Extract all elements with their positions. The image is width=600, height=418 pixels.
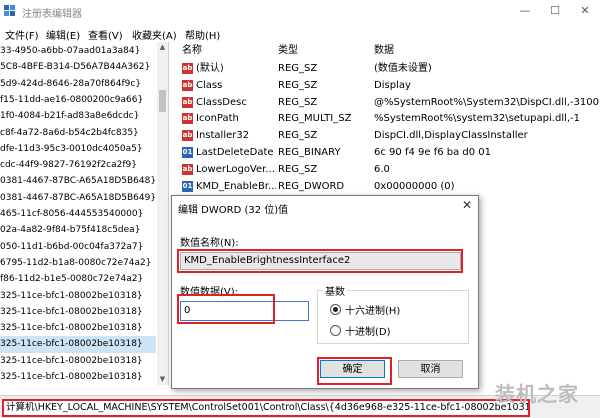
hex-radio-label[interactable]: 十六进制(H)	[345, 302, 400, 317]
value-data: 6.0	[374, 163, 390, 175]
watermark-logo: 装机之家	[495, 382, 579, 406]
tree-item[interactable]: 325-11ce-bfc1-08002be10318}	[0, 288, 156, 305]
dialog-title: 编辑 DWORD (32 位)值	[178, 205, 289, 216]
cancel-button[interactable]: 取消	[398, 360, 463, 378]
regedit-app-icon	[4, 5, 15, 16]
highlight-box-ok	[317, 357, 392, 385]
tree-item[interactable]: 1f0-4084-b21f-ad83a8e6dcdc}	[0, 108, 156, 125]
value-row[interactable]: 01 KMD_EnableBr... REG_DWORD 0x00000000 (0)	[172, 178, 600, 195]
registry-tree: 33-4950-a6bb-07aad01a3a84} 5C8-4BFE-B314-…	[0, 42, 169, 385]
value-name: KMD_EnableBr...	[196, 180, 276, 192]
value-name: Class	[196, 79, 223, 91]
value-type: REG_SZ	[278, 130, 318, 142]
tree-item[interactable]: 02a-4a82-9f84-b75f418c5dea}	[0, 222, 156, 239]
menu-help[interactable]: 帮助(H)	[185, 27, 220, 42]
value-name: LastDeleteDate	[196, 147, 274, 158]
string-value-icon: ab	[182, 113, 193, 125]
value-type: REG_SZ	[278, 163, 318, 175]
tree-item[interactable]: 5d9-424d-8646-28a70f864f9c}	[0, 76, 156, 93]
value-type: REG_DWORD	[278, 180, 345, 192]
value-name: Installer32	[196, 130, 250, 142]
tree-item[interactable]: 0381-4467-87BC-A65A18D5B648}	[0, 173, 156, 190]
value-row[interactable]: ab Installer32 REG_SZ DispCI.dll,DisplayCla…	[172, 127, 600, 144]
binary-value-icon: 01	[182, 180, 193, 192]
registry-path: 计算机\HKEY_LOCAL_MACHINE\SYSTEM\ControlSet…	[2, 399, 530, 417]
value-row[interactable]: ab LowerLogoVer... REG_SZ 6.0	[172, 161, 600, 178]
string-value-icon: ab	[182, 79, 193, 91]
value-data: 0x00000000 (0)	[374, 180, 455, 192]
column-header-type[interactable]: 类型	[278, 42, 298, 59]
value-data: @%SystemRoot%\System32\DispCI.dll,-3100	[374, 96, 599, 108]
value-row[interactable]: 01 LastDeleteDate REG_BINARY 6c 90 f4 9e f6…	[172, 144, 600, 161]
base-group	[317, 290, 469, 344]
value-type: REG_BINARY	[278, 147, 341, 158]
value-data: DispCI.dll,DisplayClassInstaller	[374, 130, 528, 142]
edit-dword-dialog: 编辑 DWORD (32 位)值 ✕ 数值名称(N): KMD_EnableBr…	[171, 195, 479, 389]
tree-item[interactable]: 5C8-4BFE-B314-D56A7B44A362}	[0, 59, 156, 76]
highlight-box-data	[177, 294, 275, 324]
scroll-thumb[interactable]	[159, 90, 166, 112]
menu-file[interactable]: 文件(F)	[5, 27, 39, 42]
value-type: REG_MULTI_SZ	[278, 113, 352, 125]
value-name-label: 数值名称(N):	[180, 238, 239, 249]
value-type: REG_SZ	[278, 79, 318, 91]
value-data: Display	[374, 79, 411, 91]
value-type: REG_SZ	[278, 96, 318, 108]
value-row[interactable]: ab (默认) REG_SZ (数值未设置)	[172, 60, 600, 77]
column-header-data[interactable]: 数据	[374, 42, 394, 59]
tree-item[interactable]: 325-11ce-bfc1-08002be10318}	[0, 369, 156, 385]
base-label: 基数	[323, 283, 347, 298]
maximize-button[interactable]: ☐	[540, 2, 570, 20]
value-name: LowerLogoVer...	[196, 163, 275, 175]
tree-item[interactable]: cdc-44f9-9827-76192f2ca2f9}	[0, 157, 156, 174]
tree-item[interactable]: 6795-11d2-b1a8-0080c72e74a2}	[0, 255, 156, 272]
tree-item[interactable]: c8f-4a72-8a6d-b54c2b4fc835}	[0, 125, 156, 142]
value-name: IconPath	[196, 113, 239, 125]
string-value-icon: ab	[182, 96, 193, 108]
binary-value-icon: 01	[182, 147, 193, 158]
tree-item[interactable]: 325-11ce-bfc1-08002be10318}	[0, 304, 156, 321]
dec-radio[interactable]	[330, 325, 341, 336]
menu-view[interactable]: 查看(V)	[88, 27, 123, 42]
tree-item[interactable]: 33-4950-a6bb-07aad01a3a84}	[0, 43, 156, 60]
dec-radio-label[interactable]: 十进制(D)	[345, 323, 391, 338]
tree-item[interactable]: 325-11ce-bfc1-08002be10318}	[0, 353, 156, 370]
tree-item[interactable]: f15-11dd-ae16-0800200c9a66}	[0, 92, 156, 109]
value-row[interactable]: ab Class REG_SZ Display	[172, 77, 600, 94]
value-name: ClassDesc	[196, 96, 247, 108]
tree-item[interactable]: 050-11d1-b6bd-00c04fa372a7}	[0, 239, 156, 256]
value-row[interactable]: ab ClassDesc REG_SZ @%SystemRoot%\System32\…	[172, 94, 600, 111]
value-data: 6c 90 f4 9e f6 ba d0 01	[374, 147, 492, 158]
hex-radio[interactable]	[330, 304, 341, 315]
tree-item[interactable]: f86-11d2-b1e5-0080c72e74a2}	[0, 271, 156, 288]
scroll-up-icon[interactable]: ▲	[157, 42, 168, 53]
value-name: (默认)	[196, 63, 224, 74]
string-value-icon: ab	[182, 163, 193, 175]
window-title: 注册表编辑器	[22, 9, 82, 20]
value-row[interactable]: ab IconPath REG_MULTI_SZ %SystemRoot%\syste…	[172, 110, 600, 127]
menu-edit[interactable]: 编辑(E)	[46, 27, 80, 42]
menu-bar: 文件(F) 编辑(E) 查看(V) 收藏夹(A) 帮助(H)	[0, 24, 600, 42]
tree-scrollbar[interactable]: ▲ ▼	[157, 42, 168, 385]
string-value-icon: ab	[182, 63, 193, 74]
highlight-box-name	[177, 249, 463, 273]
tree-item[interactable]: dfe-11d3-95c3-0010dc4050a5}	[0, 141, 156, 158]
value-type: REG_SZ	[278, 63, 318, 74]
value-data: %SystemRoot%\system32\setupapi.dll,-1	[374, 113, 581, 125]
close-window-button[interactable]: ✕	[570, 2, 600, 20]
tree-item[interactable]: 0381-4467-87BC-A65A18D5B649}	[0, 190, 156, 207]
string-value-icon: ab	[182, 130, 193, 142]
tree-item[interactable]: 325-11ce-bfc1-08002be10318}	[0, 336, 156, 354]
tree-item[interactable]: 325-11ce-bfc1-08002be10318}	[0, 320, 156, 337]
title-bar: 注册表编辑器 — ☐ ✕	[0, 0, 600, 22]
value-data: (数值未设置)	[374, 63, 432, 74]
dialog-close-icon[interactable]: ✕	[462, 198, 472, 212]
menu-favorites[interactable]: 收藏夹(A)	[132, 27, 177, 42]
column-header-name[interactable]: 名称	[182, 42, 202, 59]
scroll-down-icon[interactable]: ▼	[157, 374, 168, 385]
tree-item[interactable]: 465-11cf-8056-444553540000}	[0, 206, 156, 223]
minimize-button[interactable]: —	[510, 2, 540, 20]
